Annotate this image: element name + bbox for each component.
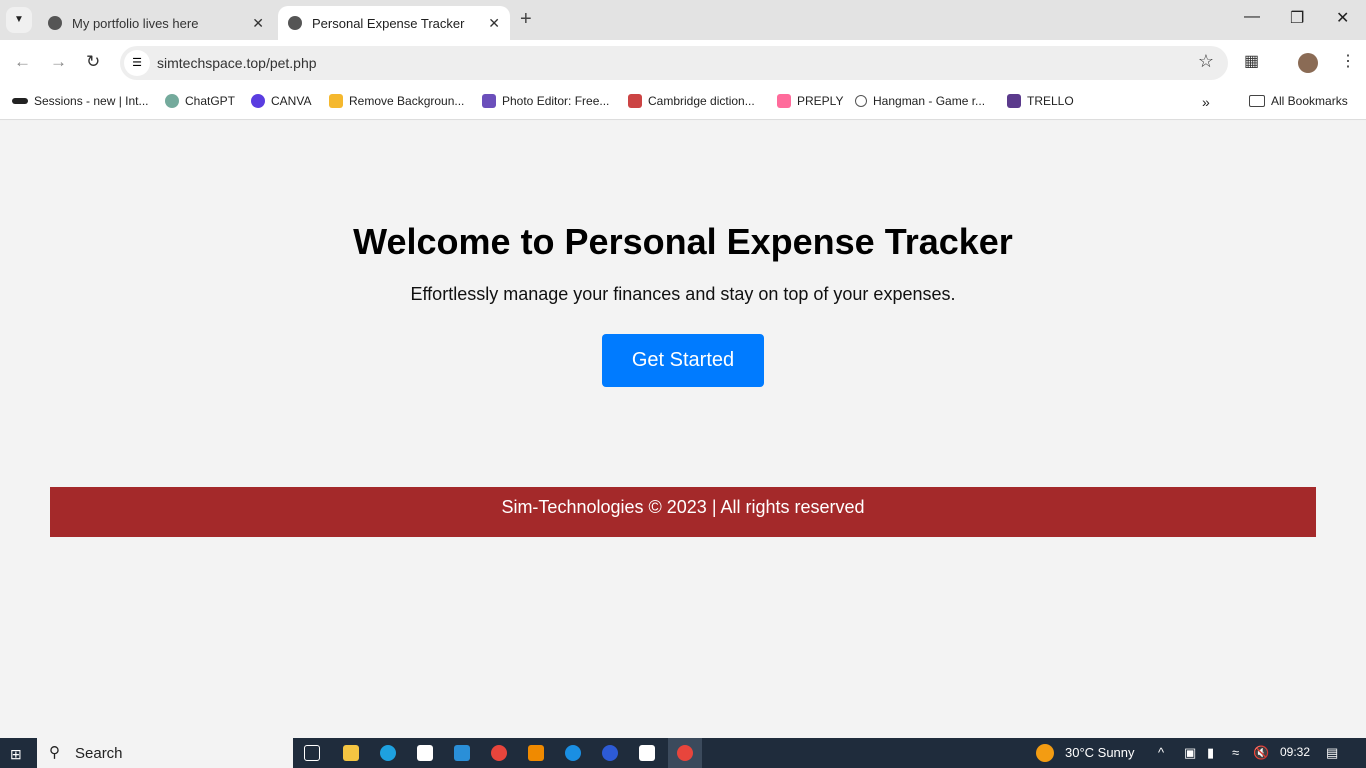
chrome-icon[interactable] <box>491 745 507 761</box>
sun-icon <box>1036 744 1054 762</box>
browser-toolbar: ← → ↻ ☰ simtechspace.top/pet.php ☆ <box>0 40 1366 86</box>
cambridge-icon <box>628 94 642 108</box>
close-tab-icon[interactable]: ✕ <box>252 15 264 32</box>
tab-portfolio[interactable]: My portfolio lives here ✕ <box>38 6 274 40</box>
notifications-icon[interactable]: ▤ <box>1326 745 1338 761</box>
close-tab-icon[interactable]: ✕ <box>488 15 500 32</box>
weather-text[interactable]: 30°C Sunny <box>1065 745 1135 760</box>
reload-button[interactable]: ↻ <box>86 52 100 72</box>
bookmark-label: ChatGPT <box>185 94 236 108</box>
clock[interactable]: 09:32 <box>1280 745 1310 759</box>
bookmark-label: TRELLO <box>1027 94 1074 108</box>
search-icon: ⚲ <box>49 744 60 761</box>
battery-icon[interactable]: ▮ <box>1207 745 1214 761</box>
bookmark-item[interactable]: PREPLY <box>777 94 843 108</box>
photo-editor-icon <box>482 94 496 108</box>
bookmark-label: Remove Backgroun... <box>349 94 465 108</box>
bookmark-label: Hangman - Game r... <box>873 94 986 108</box>
bookmark-label: CANVA <box>271 94 312 108</box>
bookmark-item[interactable]: Cambridge diction... <box>628 94 755 108</box>
task-view-icon[interactable] <box>304 745 320 761</box>
all-bookmarks-button[interactable]: All Bookmarks <box>1249 94 1348 108</box>
footer: Sim-Technologies © 2023 | All rights res… <box>50 487 1316 537</box>
windows-start-icon[interactable]: ⊞ <box>10 746 22 763</box>
tab-title: Personal Expense Tracker <box>312 15 465 31</box>
trello-icon <box>1007 94 1021 108</box>
extensions-icon[interactable]: ▦ <box>1244 51 1259 71</box>
canva-icon <box>251 94 265 108</box>
page-title: Welcome to Personal Expense Tracker <box>353 221 1013 262</box>
address-bar[interactable]: ☰ simtechspace.top/pet.php ☆ <box>120 46 1228 80</box>
file-explorer-icon[interactable] <box>343 745 359 761</box>
volume-muted-icon[interactable]: 🔇 <box>1253 745 1269 761</box>
meet-icon[interactable]: ▣ <box>1184 745 1196 761</box>
tray-chevron-icon[interactable]: ^ <box>1158 745 1164 760</box>
capcut-icon[interactable] <box>639 745 655 761</box>
zoom-icon[interactable] <box>602 745 618 761</box>
back-button[interactable]: ← <box>14 52 31 72</box>
forward-button[interactable]: → <box>50 52 67 72</box>
tab-bar: ▼ My portfolio lives here ✕ Personal Exp… <box>0 0 1366 40</box>
bookmark-star-icon[interactable]: ☆ <box>1198 51 1214 72</box>
bookmark-item[interactable]: Sessions - new | Int... <box>12 94 149 108</box>
url-text[interactable]: simtechspace.top/pet.php <box>157 55 317 71</box>
bookmark-item[interactable]: TRELLO <box>1007 94 1074 108</box>
alx-icon <box>12 98 28 104</box>
bookmark-label: All Bookmarks <box>1271 94 1348 108</box>
profile-avatar[interactable] <box>1298 53 1318 73</box>
remove-bg-icon <box>329 94 343 108</box>
search-label: Search <box>75 745 123 762</box>
get-started-button[interactable]: Get Started <box>602 334 764 387</box>
site-info-icon[interactable]: ☰ <box>124 50 150 76</box>
bookmark-label: Photo Editor: Free... <box>502 94 610 108</box>
taskbar: ⊞ ⚲ Search 30°C Sunny ^ ▣ ▮ ≈ 🔇 09:32 ▤ <box>0 738 1366 768</box>
more-bookmarks-button[interactable]: » <box>1202 94 1210 110</box>
taskbar-search[interactable]: ⚲ Search <box>37 738 293 768</box>
vlc-icon[interactable] <box>528 745 544 761</box>
globe-icon <box>288 16 302 30</box>
app-icon[interactable] <box>565 745 581 761</box>
bookmark-item[interactable]: Photo Editor: Free... <box>482 94 609 108</box>
bookmark-item[interactable]: Hangman - Game r... <box>855 94 985 108</box>
bookmark-item[interactable]: Remove Backgroun... <box>329 94 464 108</box>
page-content: Welcome to Personal Expense Tracker Effo… <box>0 121 1366 738</box>
tab-expense-tracker[interactable]: Personal Expense Tracker ✕ <box>278 6 510 40</box>
bookmark-item[interactable]: CANVA <box>251 94 311 108</box>
store-icon[interactable] <box>417 745 433 761</box>
bookmark-label: PREPLY <box>797 94 844 108</box>
page-subtitle: Effortlessly manage your finances and st… <box>410 284 956 304</box>
bookmark-label: Sessions - new | Int... <box>34 94 149 108</box>
bookmarks-bar: Sessions - new | Int... ChatGPT CANVA Re… <box>0 86 1366 120</box>
wifi-icon[interactable]: ≈ <box>1232 745 1239 760</box>
tab-search-button[interactable]: ▼ <box>6 7 32 33</box>
close-window-button[interactable]: ✕ <box>1336 8 1349 28</box>
mail-icon[interactable] <box>454 745 470 761</box>
bookmark-label: Cambridge diction... <box>648 94 755 108</box>
preply-icon <box>777 94 791 108</box>
edge-icon[interactable] <box>380 745 396 761</box>
tab-title: My portfolio lives here <box>72 15 199 31</box>
new-tab-button[interactable]: + <box>520 8 532 31</box>
hangman-icon <box>855 95 867 107</box>
globe-icon <box>48 16 62 30</box>
chatgpt-icon <box>165 94 179 108</box>
minimize-button[interactable]: — <box>1244 8 1260 26</box>
restore-button[interactable]: ❐ <box>1290 8 1304 28</box>
chrome-icon <box>677 745 693 761</box>
bookmark-item[interactable]: ChatGPT <box>165 94 235 108</box>
menu-icon[interactable]: ⋮ <box>1340 51 1356 71</box>
folder-icon <box>1249 95 1265 107</box>
chrome-active-task[interactable] <box>668 738 702 768</box>
